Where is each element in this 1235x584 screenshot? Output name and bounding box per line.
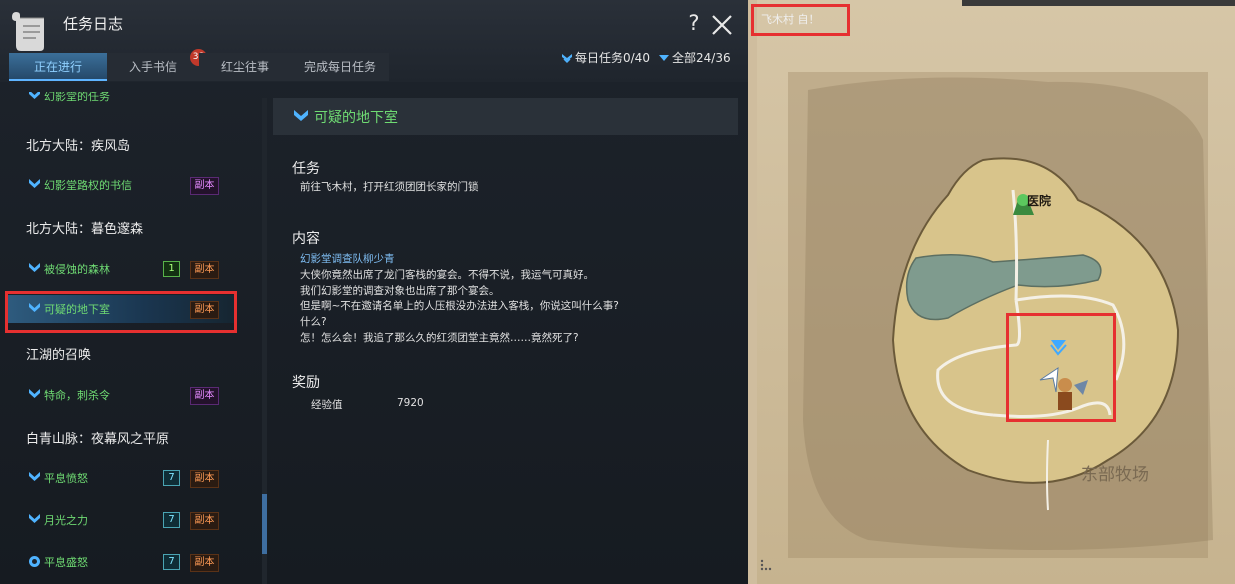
hospital-label: 医院 (1027, 194, 1052, 208)
close-icon[interactable] (710, 13, 734, 37)
chevron-down-icon (29, 263, 40, 272)
resize-grip-icon[interactable] (759, 558, 773, 572)
quest-level-badge: 1 (163, 261, 180, 277)
chevron-down-icon (294, 110, 308, 121)
quest-list[interactable]: 幻影堂的任务 北方大陆：疾风岛 幻影堂路权的书信 副本 北方大陆：暮色邃森 被侵… (0, 90, 262, 584)
total-count-text: 全部24/36 (672, 51, 731, 65)
region-title[interactable]: 北方大陆：疾风岛 (26, 135, 130, 154)
quest-name: 幻影堂路权的书信 (44, 179, 132, 192)
dungeon-tag: 副本 (190, 177, 219, 195)
dungeon-tag: 副本 (190, 387, 219, 405)
chevron-down-icon (659, 54, 669, 61)
content-line: 怎！怎么会！我追了那么久的红须团堂主竟然……竟然死了? (300, 332, 579, 344)
chevron-down-icon (29, 472, 40, 481)
dungeon-tag: 副本 (190, 470, 219, 488)
world-map[interactable] (748, 0, 1235, 584)
quest-name: 特命，刺杀令 (44, 389, 110, 402)
quest-item[interactable]: 幻影堂路权的书信 副本 (28, 174, 248, 196)
compass-icon (29, 556, 40, 567)
tab-letters[interactable]: 入手书信 (107, 53, 199, 81)
reward-header: 奖励 (292, 375, 320, 391)
dungeon-tag: 副本 (190, 261, 219, 279)
quest-level-badge: 7 (163, 512, 180, 528)
tab-past-events[interactable]: 红尘往事 (199, 53, 291, 81)
quest-name: 幻影堂的任务 (44, 92, 110, 103)
chevron-down-icon (29, 514, 40, 523)
quest-level-badge: 7 (163, 554, 180, 570)
scroll-icon (12, 12, 44, 51)
chevron-down-icon (29, 92, 40, 99)
tab-in-progress[interactable]: 正在进行 (9, 53, 107, 81)
dungeon-tag: 副本 (190, 512, 219, 530)
quest-name: 平息盛怒 (44, 556, 88, 569)
quest-detail: 可疑的地下室 任务 前往飞木村，打开红须团团长家的门锁 内容 幻影堂调查队柳少青… (273, 98, 738, 584)
content-header: 内容 (292, 231, 320, 247)
chevron-down-icon (29, 179, 40, 188)
map-location-title: 飞木村 自！ (761, 13, 820, 26)
quest-item[interactable]: 特命，刺杀令 副本 (28, 384, 248, 406)
east-ranch-label: 东部牧场 (1081, 465, 1149, 485)
task-text: 前往飞木村，打开红须团团长家的门锁 (300, 181, 479, 193)
list-item[interactable]: 幻影堂的任务 (28, 92, 248, 106)
quest-log-window: 任务日志 ? 正在进行 入手书信 38 红尘往事 完成每日任务 每日任务0/40… (0, 0, 748, 584)
selection-highlight (5, 291, 237, 333)
region-title[interactable]: 江湖的召唤 (26, 344, 91, 363)
quest-item[interactable]: 平息愤怒 7 副本 (28, 467, 248, 489)
total-quest-counter: 全部24/36 (658, 49, 731, 66)
tab-daily-completed[interactable]: 完成每日任务 (291, 53, 389, 81)
detail-title: 可疑的地下室 (314, 110, 398, 126)
task-header: 任务 (292, 161, 320, 177)
window-title: 任务日志 (63, 15, 124, 33)
help-button[interactable]: ? (683, 11, 705, 37)
content-speaker: 幻影堂调查队柳少青 (300, 253, 395, 265)
player-highlight (1006, 313, 1116, 422)
quest-name: 月光之力 (44, 514, 88, 527)
quest-item[interactable]: 被侵蚀的森林 1 副本 (28, 258, 248, 280)
quest-item[interactable]: 平息盛怒 7 副本 (28, 551, 248, 573)
dungeon-tag: 副本 (190, 554, 219, 572)
content-line: 我们幻影堂的调查对象也出席了那个宴会。 (300, 285, 500, 297)
chevron-down-icon (562, 53, 572, 63)
daily-quest-counter: 每日任务0/40 (561, 49, 650, 66)
region-title[interactable]: 白青山脉：夜幕风之平原 (26, 428, 169, 447)
quest-level-badge: 7 (163, 470, 180, 486)
daily-count-text: 每日任务0/40 (575, 51, 650, 65)
scrollbar-thumb[interactable] (262, 494, 267, 554)
content-line: 但是啊~不在邀请名单上的人压根没办法进入客栈，你说这叫什么事? (300, 300, 619, 312)
reward-value: 7920 (397, 397, 424, 409)
content-line: 大侠你竟然出席了龙门客栈的宴会。不得不说，我运气可真好。 (300, 269, 594, 281)
quest-name: 被侵蚀的森林 (44, 263, 110, 276)
quest-item[interactable]: 月光之力 7 副本 (28, 509, 248, 531)
content-line: 什么? (300, 316, 327, 328)
chevron-down-icon (29, 389, 40, 398)
region-title[interactable]: 北方大陆：暮色邃森 (26, 218, 143, 237)
reward-label: 经验值 (311, 399, 343, 411)
quest-name: 平息愤怒 (44, 472, 88, 485)
